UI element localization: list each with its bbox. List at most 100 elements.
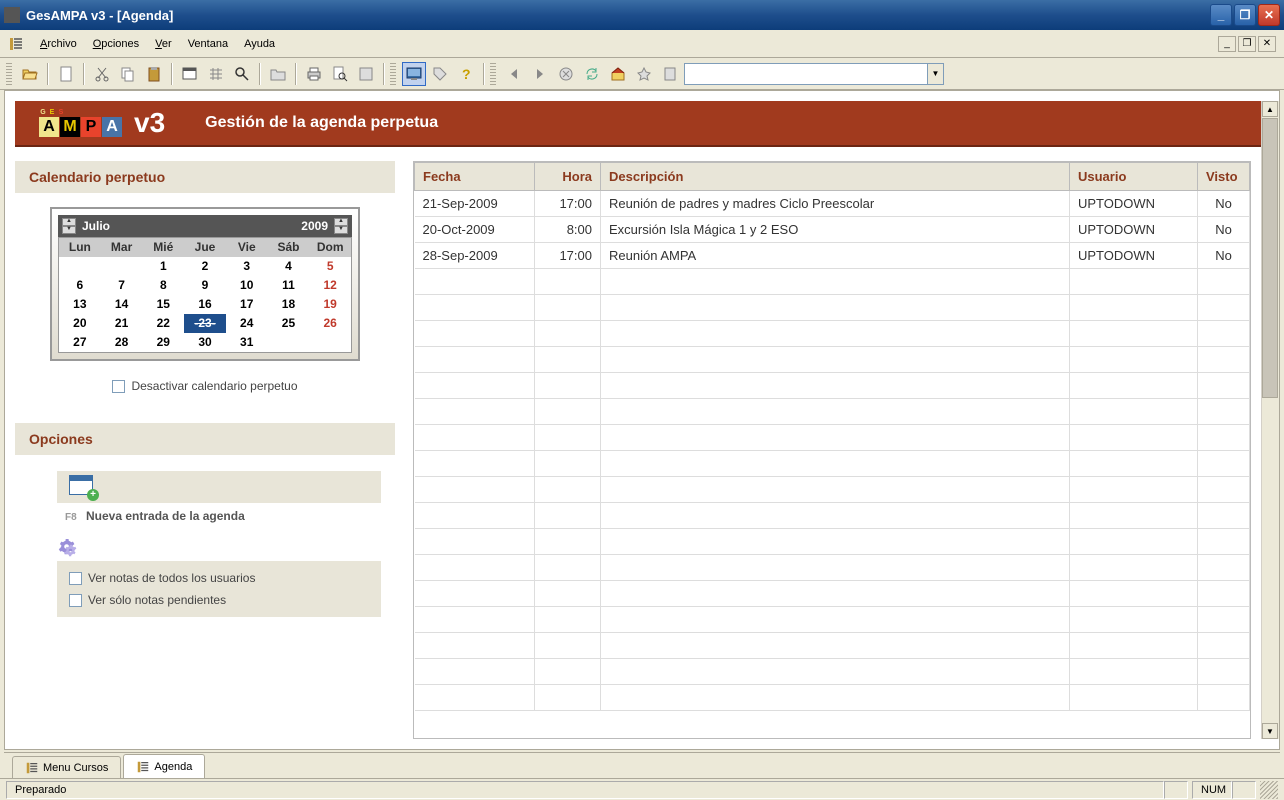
table-row[interactable]	[415, 295, 1250, 321]
table-row[interactable]	[415, 269, 1250, 295]
calendar-day[interactable]: 30	[184, 333, 226, 352]
calendar-day[interactable]: -23-	[184, 314, 226, 333]
resize-grip[interactable]	[1260, 781, 1278, 799]
home-button[interactable]	[606, 62, 630, 86]
table-row[interactable]	[415, 425, 1250, 451]
menu-opciones[interactable]: Opciones	[85, 34, 147, 54]
tag-button[interactable]	[428, 62, 452, 86]
save-button[interactable]	[354, 62, 378, 86]
screen-button[interactable]	[402, 62, 426, 86]
month-up-button[interactable]: ▲	[62, 218, 76, 226]
view-all-users-checkbox[interactable]	[69, 572, 82, 585]
calendar-day[interactable]: 29	[142, 333, 184, 352]
new-entry-button[interactable]: F8 Nueva entrada de la agenda	[65, 503, 381, 529]
print-button[interactable]	[302, 62, 326, 86]
calendar-day[interactable]: 3	[226, 257, 268, 276]
calendar-day[interactable]: 6	[59, 276, 101, 295]
calendar-day[interactable]: 15	[142, 295, 184, 314]
calendar-day[interactable]: 26	[309, 314, 351, 333]
forward-button[interactable]	[528, 62, 552, 86]
table-row[interactable]	[415, 503, 1250, 529]
calendar-day[interactable]: 20	[59, 314, 101, 333]
mdi-close-button[interactable]: ✕	[1258, 36, 1276, 52]
folder-button[interactable]	[266, 62, 290, 86]
table-row[interactable]	[415, 451, 1250, 477]
header-descripcion[interactable]: Descripción	[601, 163, 1070, 191]
calendar-day[interactable]: 18	[268, 295, 310, 314]
mdi-minimize-button[interactable]: _	[1218, 36, 1236, 52]
paste-button[interactable]	[142, 62, 166, 86]
deactivate-calendar-checkbox[interactable]	[112, 380, 125, 393]
table-row[interactable]	[415, 555, 1250, 581]
favorites-button[interactable]	[632, 62, 656, 86]
table-row[interactable]	[415, 685, 1250, 711]
toolbar-grip-3[interactable]	[490, 63, 496, 85]
calendar-day[interactable]: 16	[184, 295, 226, 314]
table-row[interactable]	[415, 633, 1250, 659]
table-row[interactable]: 28-Sep-200917:00Reunión AMPAUPTODOWNNo	[415, 243, 1250, 269]
calendar-day[interactable]: 11	[268, 276, 310, 295]
scroll-thumb[interactable]	[1262, 118, 1278, 398]
table-row[interactable]	[415, 529, 1250, 555]
calendar-day[interactable]: 24	[226, 314, 268, 333]
table-row[interactable]	[415, 399, 1250, 425]
toolbar-grip[interactable]	[6, 63, 12, 85]
calendar-day[interactable]: 4	[268, 257, 310, 276]
table-row[interactable]	[415, 347, 1250, 373]
calendar-day[interactable]: 9	[184, 276, 226, 295]
header-usuario[interactable]: Usuario	[1070, 163, 1198, 191]
mdi-restore-button[interactable]: ❐	[1238, 36, 1256, 52]
minimize-button[interactable]: _	[1210, 4, 1232, 26]
year-up-button[interactable]: ▲	[334, 218, 348, 226]
tool-button-2[interactable]	[204, 62, 228, 86]
calendar-day[interactable]: 1	[142, 257, 184, 276]
menu-ver[interactable]: Ver	[147, 34, 180, 54]
calendar-day[interactable]: 5	[309, 257, 351, 276]
preview-button[interactable]	[328, 62, 352, 86]
menu-archivo[interactable]: Archivo	[32, 34, 85, 54]
calendar-day[interactable]: 7	[101, 276, 143, 295]
combo-dropdown-button[interactable]: ▼	[927, 64, 943, 84]
month-spinner[interactable]: ▲ ▼	[62, 218, 76, 234]
vertical-scrollbar[interactable]: ▲ ▼	[1261, 101, 1279, 739]
table-row[interactable]: 20-Oct-20098:00Excursión Isla Mágica 1 y…	[415, 217, 1250, 243]
scroll-down-button[interactable]: ▼	[1262, 723, 1278, 739]
tab-menu-cursos[interactable]: Menu Cursos	[12, 756, 121, 778]
toolbar-grip-2[interactable]	[390, 63, 396, 85]
calendar-day[interactable]: 25	[268, 314, 310, 333]
menu-ayuda[interactable]: Ayuda	[236, 34, 283, 54]
table-row[interactable]	[415, 581, 1250, 607]
back-button[interactable]	[502, 62, 526, 86]
calendar-day[interactable]: 2	[184, 257, 226, 276]
calendar-day[interactable]: 28	[101, 333, 143, 352]
calendar-day[interactable]: 22	[142, 314, 184, 333]
table-row[interactable]	[415, 607, 1250, 633]
refresh-button[interactable]	[580, 62, 604, 86]
open-button[interactable]	[18, 62, 42, 86]
header-visto[interactable]: Visto	[1198, 163, 1250, 191]
table-row[interactable]: 21-Sep-200917:00Reunión de padres y madr…	[415, 191, 1250, 217]
tool-button-x[interactable]	[658, 62, 682, 86]
close-button[interactable]: ✕	[1258, 4, 1280, 26]
address-combo[interactable]: ▼	[684, 63, 944, 85]
calendar-day[interactable]: 14	[101, 295, 143, 314]
calendar-day[interactable]: 27	[59, 333, 101, 352]
copy-button[interactable]	[116, 62, 140, 86]
table-row[interactable]	[415, 321, 1250, 347]
calendar-day[interactable]: 31	[226, 333, 268, 352]
maximize-button[interactable]: ❐	[1234, 4, 1256, 26]
table-row[interactable]	[415, 373, 1250, 399]
year-down-button[interactable]: ▼	[334, 226, 348, 234]
help-button[interactable]: ?	[454, 62, 478, 86]
window-button[interactable]	[178, 62, 202, 86]
header-fecha[interactable]: Fecha	[415, 163, 535, 191]
calendar-day[interactable]: 21	[101, 314, 143, 333]
search-button[interactable]	[230, 62, 254, 86]
calendar-day[interactable]: 13	[59, 295, 101, 314]
calendar-day[interactable]: 10	[226, 276, 268, 295]
calendar-day[interactable]: 19	[309, 295, 351, 314]
address-input[interactable]	[685, 64, 927, 84]
cut-button[interactable]	[90, 62, 114, 86]
table-row[interactable]	[415, 477, 1250, 503]
tab-agenda[interactable]: Agenda	[123, 754, 205, 778]
